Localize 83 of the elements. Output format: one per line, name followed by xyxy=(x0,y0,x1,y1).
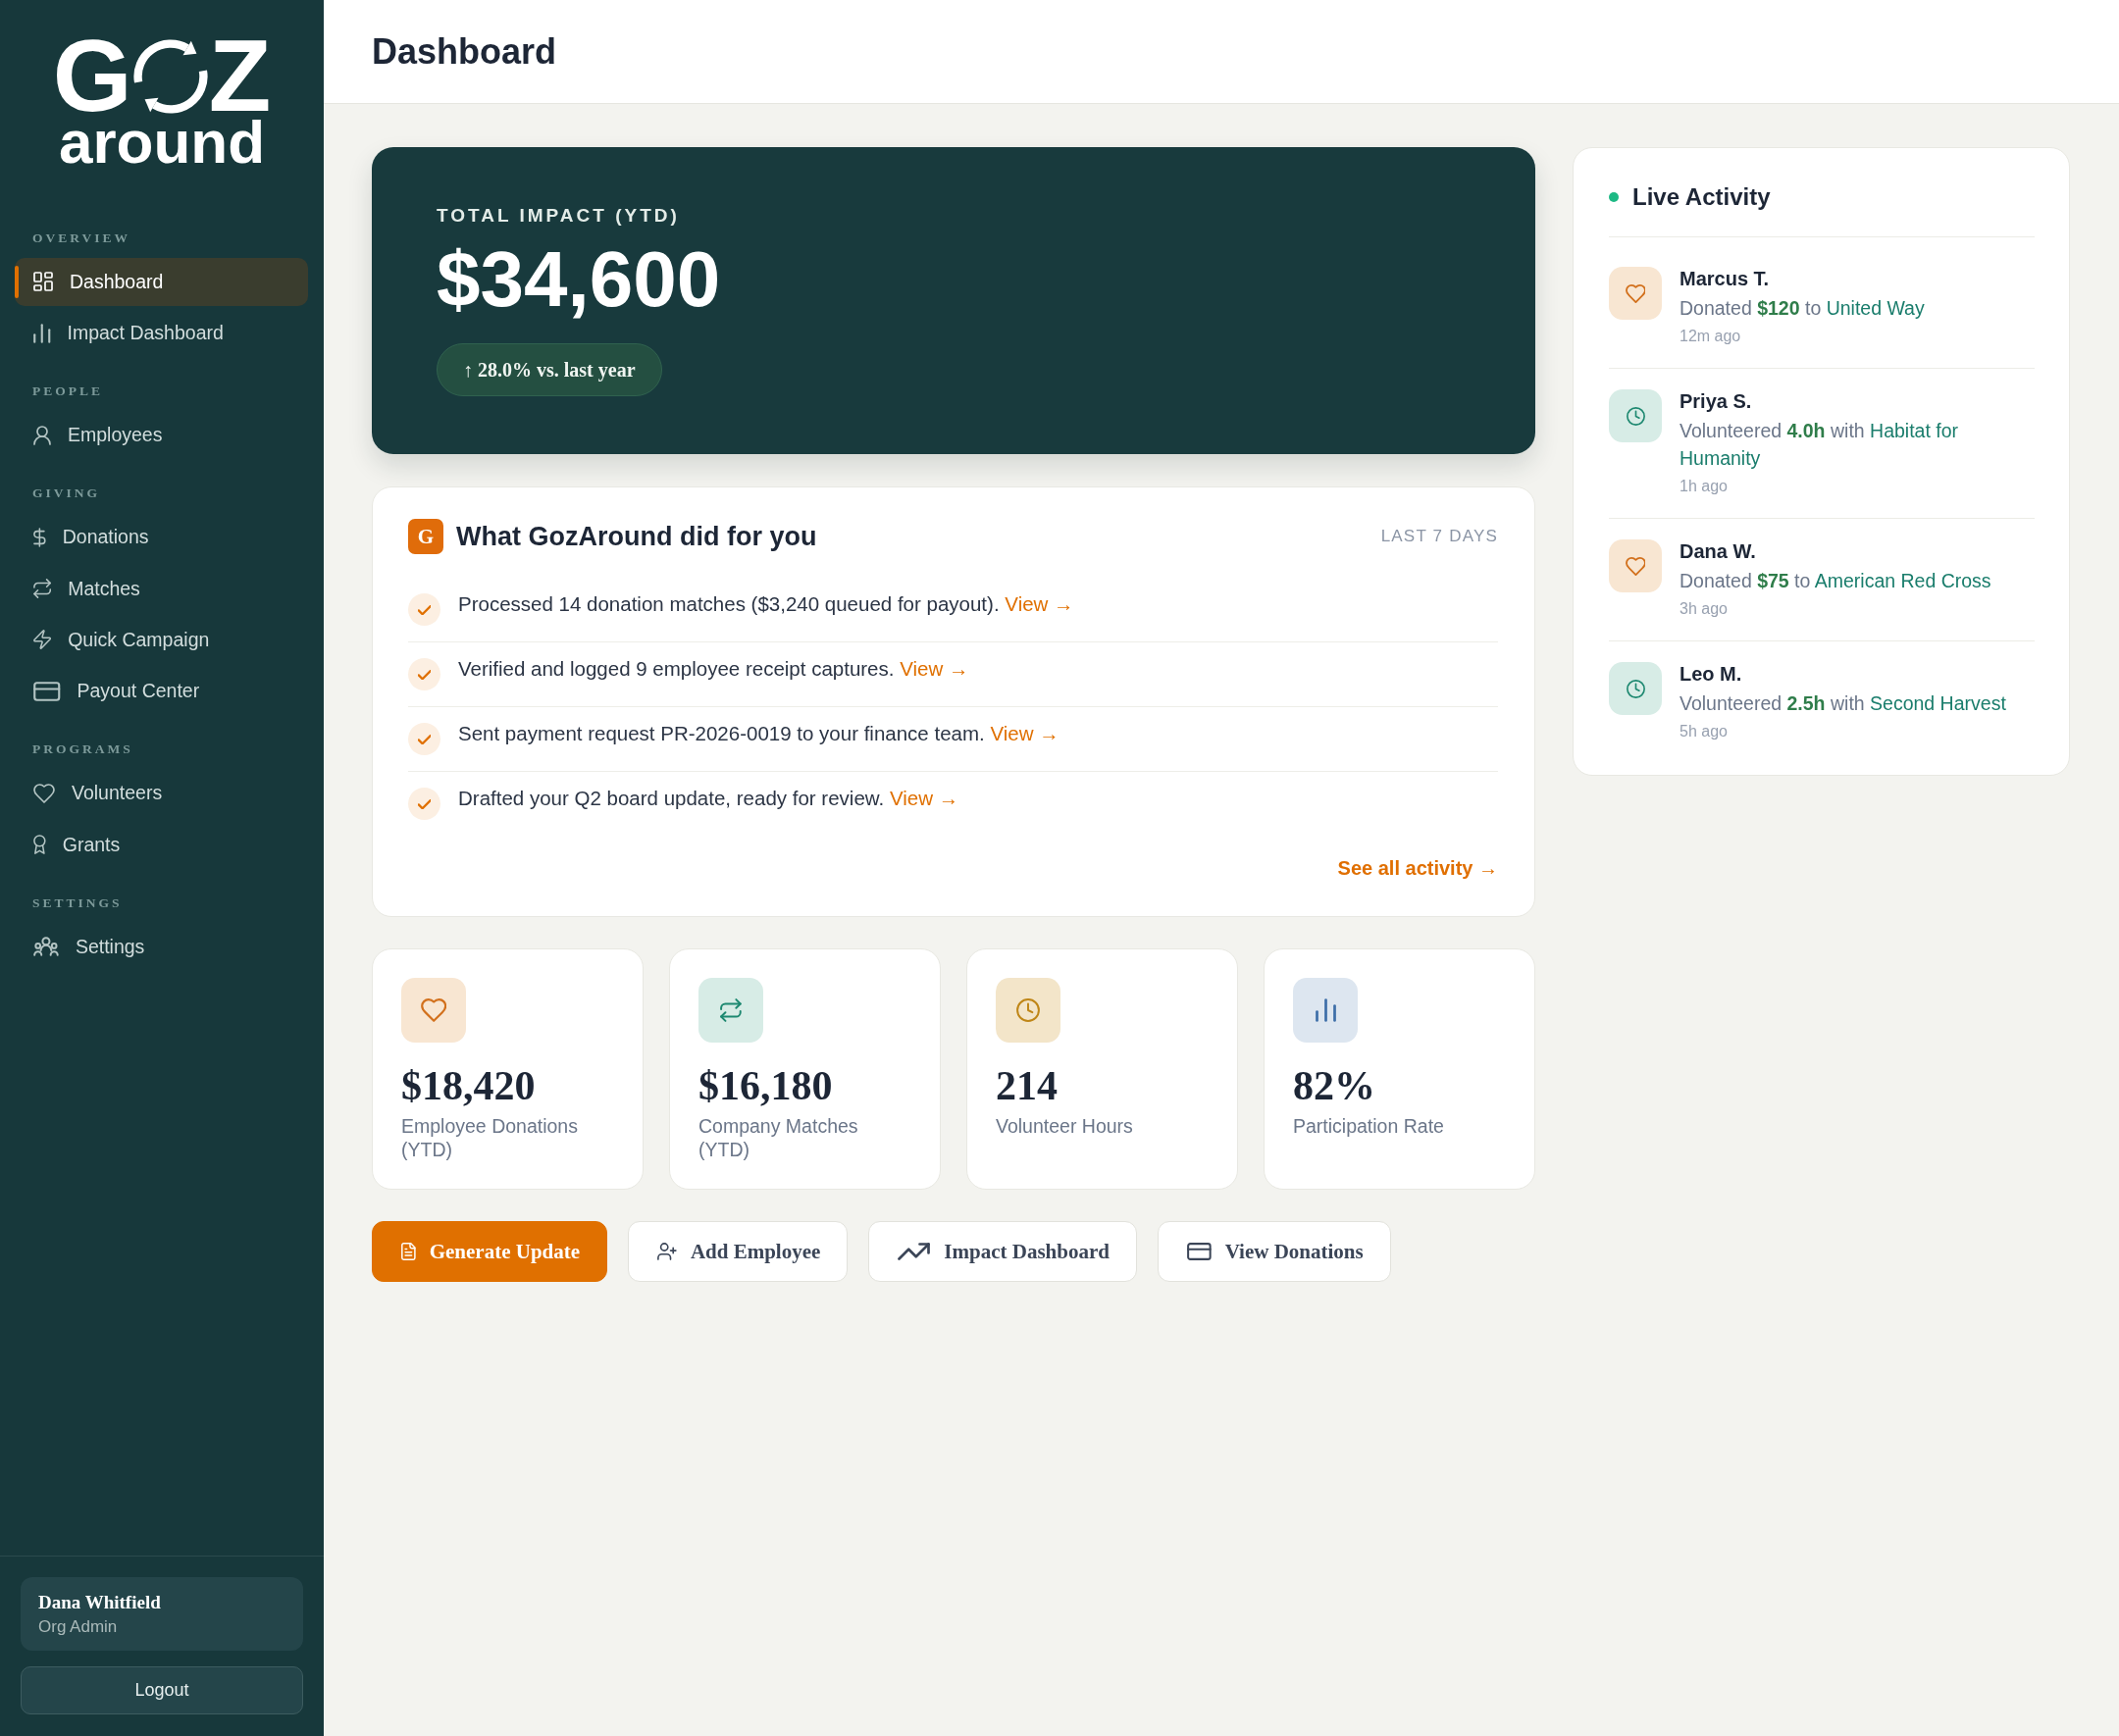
nav-item[interactable]: Impact Dashboard xyxy=(15,309,308,358)
nav-item[interactable]: Matches xyxy=(15,564,308,613)
stat-value: $16,180 xyxy=(698,1062,833,1109)
stat-value: 82% xyxy=(1293,1062,1375,1109)
recycle-arrows-icon xyxy=(132,38,208,114)
heart-icon xyxy=(33,783,55,803)
dashboard-grid-icon xyxy=(33,272,53,292)
activity-time: 1h ago xyxy=(1680,477,1729,496)
stat-label: Volunteer Hours xyxy=(996,1114,1133,1138)
clock-icon xyxy=(1609,389,1662,442)
logo-wordmark: around xyxy=(58,117,266,169)
bar-chart-icon xyxy=(1293,978,1358,1043)
heart-icon xyxy=(1609,539,1662,592)
add-employee-button[interactable]: Add Employee xyxy=(628,1221,849,1282)
activity-summary: Verified and logged 9 employee receipt captures. xyxy=(458,658,895,680)
logo-letter: Z xyxy=(208,35,272,118)
document-icon xyxy=(401,1243,416,1260)
impact-value: $34,600 xyxy=(437,238,721,321)
view-donations-button[interactable]: View Donations xyxy=(1157,1221,1391,1282)
stat-value: 214 xyxy=(996,1062,1058,1109)
lightning-bolt-icon xyxy=(33,630,52,650)
user-icon xyxy=(33,425,51,445)
user-name: Dana Whitfield xyxy=(38,1591,162,1614)
stat-label: Participation Rate xyxy=(1293,1114,1444,1138)
check-icon xyxy=(408,658,440,690)
nav-item[interactable]: Settings xyxy=(15,922,308,971)
growth-badge: ↑ 28.0% vs. last year xyxy=(437,343,662,396)
nav-item[interactable]: Quick Campaign xyxy=(15,615,308,664)
logout-button[interactable]: Logout xyxy=(21,1666,303,1714)
stat-value: $18,420 xyxy=(401,1062,536,1109)
activity-description: Donated $120 to United Way xyxy=(1680,296,1925,321)
activity-description: Volunteered 2.5h with Second Harvest xyxy=(1680,691,2006,716)
person-name: Leo M. xyxy=(1680,662,1743,686)
nav-section-label: PEOPLE xyxy=(31,383,104,401)
period-label: LAST 7 DAYS xyxy=(1380,526,1498,547)
bar-chart-icon xyxy=(33,323,51,343)
clock-icon xyxy=(1609,662,1662,715)
activity-description: Donated $75 to American Red Cross xyxy=(1680,569,1991,593)
digest-title: What GozAround did for you xyxy=(456,521,817,553)
credit-card-icon xyxy=(1186,1243,1212,1260)
check-icon xyxy=(408,593,440,626)
user-role: Org Admin xyxy=(38,1616,119,1638)
nav-item[interactable]: Employees xyxy=(15,411,308,460)
people-group-icon xyxy=(33,937,59,957)
nav-item[interactable]: Payout Center xyxy=(15,667,308,716)
activity-time: 3h ago xyxy=(1680,599,1729,619)
nav-section-label: PROGRAMS xyxy=(31,740,134,759)
status-dot-icon xyxy=(1609,192,1619,202)
activity-summary: Processed 14 donation matches ($3,240 queued for payout). xyxy=(458,593,1000,615)
nav-section-label: GIVING xyxy=(31,485,101,503)
activity-time: 5h ago xyxy=(1680,722,1729,741)
heart-icon xyxy=(1609,267,1662,320)
nav-section-label: OVERVIEW xyxy=(31,229,132,247)
page-title: Dashboard xyxy=(372,29,557,74)
person-name: Marcus T. xyxy=(1680,267,1771,290)
repeat-arrows-icon xyxy=(33,579,52,599)
check-icon xyxy=(408,788,440,820)
trending-up-icon xyxy=(898,1243,931,1260)
award-ribbon-icon xyxy=(33,835,46,855)
logo-letter: G xyxy=(52,35,132,118)
impact-label: TOTAL IMPACT (YTD) xyxy=(437,204,680,228)
nav-item[interactable]: Volunteers xyxy=(15,769,308,818)
activity-time: 12m ago xyxy=(1680,327,1742,346)
person-name: Priya S. xyxy=(1680,389,1753,413)
brand-badge: G xyxy=(408,519,443,554)
live-activity-title: Live Activity xyxy=(1632,182,1771,212)
nav-item[interactable]: Dashboard xyxy=(15,257,308,306)
dollar-sign-icon xyxy=(33,527,46,547)
clock-icon xyxy=(996,978,1060,1043)
nav-section-label: SETTINGS xyxy=(31,894,124,912)
activity-summary: Sent payment request PR-2026-0019 to your finance team. xyxy=(458,723,985,744)
repeat-arrows-icon xyxy=(698,978,763,1043)
nav-item[interactable]: Donations xyxy=(15,513,308,562)
stat-label: Employee Donations (YTD) xyxy=(401,1114,579,1161)
activity-summary: Drafted your Q2 board update, ready for review. xyxy=(458,788,885,809)
nav-item[interactable]: Grants xyxy=(15,820,308,869)
stat-label: Company Matches (YTD) xyxy=(698,1114,859,1161)
credit-card-icon xyxy=(33,681,61,701)
impact-dashboard-button[interactable]: Impact Dashboard xyxy=(868,1221,1137,1282)
check-icon xyxy=(408,723,440,755)
activity-description: Volunteered 4.0h with Habitat for Humanity xyxy=(1680,419,1960,471)
user-plus-icon xyxy=(657,1243,677,1260)
person-name: Dana W. xyxy=(1680,539,1757,563)
